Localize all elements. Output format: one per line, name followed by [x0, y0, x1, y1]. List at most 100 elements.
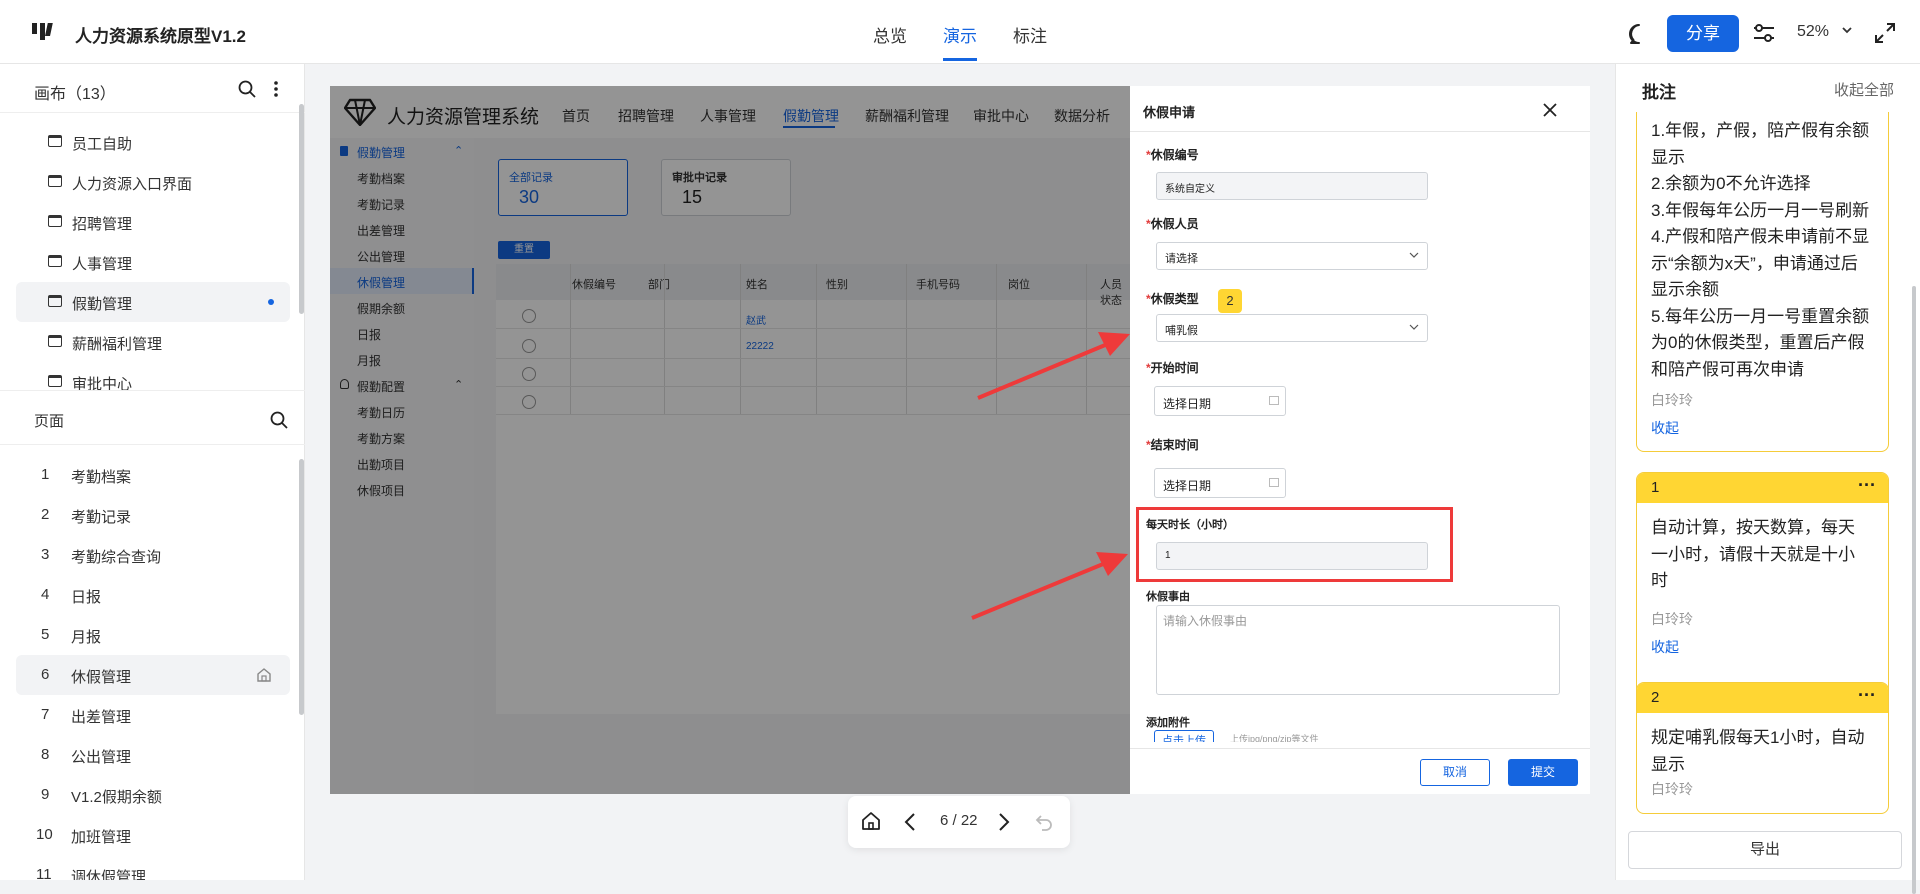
drawer-title: 休假申请 — [1143, 105, 1196, 120]
top-bar: 人力资源系统原型V1.2 总览 演示 标注 分享 52% — [0, 0, 1920, 64]
upload-hint: 上传jpg/png/zip等文件 — [1230, 734, 1319, 742]
calendar-icon — [1269, 478, 1279, 487]
page-icon — [48, 175, 62, 187]
annotation-card-header: 1 ··· — [1637, 473, 1888, 503]
scrollbar[interactable] — [299, 104, 304, 314]
annotation-card[interactable]: 1.年假，产假，陪产假有余额 显示 2.余额为0不允许选择 3.年假每年公历一月一号刷… — [1636, 112, 1889, 452]
annotation-arrows — [970, 320, 1170, 620]
cancel-button[interactable]: 取消 — [1420, 759, 1490, 786]
leave-request-drawer: 休假申请 *休假编号 系统自定义 *休假人员 请选择 *休假类型 2 哺乳假 *… — [1130, 86, 1590, 794]
canvas-item[interactable]: 人力资源入口界面 — [16, 162, 290, 202]
page-item[interactable]: 8 公出管理 — [16, 735, 290, 775]
page-item[interactable]: 5 月报 — [16, 615, 290, 655]
more-vertical-icon[interactable] — [274, 80, 278, 98]
tab-overview[interactable]: 总览 — [873, 22, 907, 47]
submit-button[interactable]: 提交 — [1508, 759, 1578, 786]
canvas-item-selected[interactable]: 假勤管理 — [16, 282, 290, 322]
annotation-author: 白玲玲 — [1651, 392, 1693, 408]
divider — [0, 390, 305, 391]
annotation-text: 规定哺乳假每天1小时，自动 显示 — [1651, 728, 1865, 774]
collapse-link[interactable]: 收起 — [1651, 637, 1679, 657]
canvas-item[interactable]: 审批中心 — [16, 362, 290, 402]
annotation-card[interactable]: 2 ··· 规定哺乳假每天1小时，自动 显示 白玲玲 — [1636, 682, 1889, 814]
close-icon[interactable] — [1543, 103, 1557, 117]
field-label: *休假编号 — [1146, 148, 1199, 162]
chevron-down-icon[interactable] — [1841, 25, 1853, 35]
pages-header: 页面 — [34, 413, 65, 430]
search-icon[interactable] — [238, 80, 256, 98]
home-icon[interactable] — [861, 811, 881, 831]
page-item[interactable]: 10 加班管理 — [16, 815, 290, 855]
home-icon — [256, 667, 272, 683]
upload-button[interactable]: 点击上传 — [1154, 730, 1214, 742]
calendar-icon — [1269, 396, 1279, 405]
highlight-box — [1136, 507, 1453, 582]
collapse-link[interactable]: 收起 — [1651, 418, 1679, 438]
divider — [1130, 748, 1590, 749]
export-button[interactable]: 导出 — [1628, 831, 1902, 869]
reason-textarea[interactable]: 请输入休假事由 — [1156, 605, 1560, 695]
page-item[interactable]: 9 V1.2假期余额 — [16, 775, 290, 815]
divider — [0, 112, 305, 113]
tab-demo[interactable]: 演示 — [943, 22, 977, 47]
field-label: *休假人员 — [1146, 217, 1199, 231]
person-select[interactable]: 请选择 — [1156, 242, 1428, 270]
zoom-level[interactable]: 52% — [1797, 23, 1829, 41]
start-date-picker[interactable]: 选择日期 — [1154, 386, 1286, 416]
share-button[interactable]: 分享 — [1667, 15, 1739, 52]
collapse-all-button[interactable]: 收起全部 — [1834, 79, 1894, 100]
page-item[interactable]: 2 考勤记录 — [16, 495, 290, 535]
more-horizontal-icon[interactable]: ··· — [1858, 475, 1876, 496]
page-icon — [48, 255, 62, 267]
end-date-picker[interactable]: 选择日期 — [1154, 468, 1286, 498]
next-page-icon[interactable] — [998, 812, 1010, 832]
upload-row: 点击上传 上传jpg/png/zip等文件 — [1130, 728, 1590, 742]
tab-underline — [943, 58, 977, 61]
page-icon — [48, 375, 62, 387]
canvas-item[interactable]: 员工自助 — [16, 122, 290, 162]
search-icon[interactable] — [270, 411, 288, 429]
annotation-author: 白玲玲 — [1651, 781, 1693, 797]
canvas-list-header: 画布（13） — [34, 86, 116, 103]
chevron-down-icon — [1409, 323, 1419, 331]
more-horizontal-icon[interactable]: ··· — [1858, 685, 1876, 706]
divider — [1130, 131, 1590, 132]
annotation-text: 自动计算，按天数算，每天 一小时，请假十天就是十小时 — [1651, 518, 1855, 590]
fullscreen-icon[interactable] — [1874, 22, 1896, 44]
page-item[interactable]: 11 调休假管理 — [16, 855, 290, 880]
unread-dot — [268, 299, 274, 305]
annotation-marker[interactable]: 2 — [1218, 289, 1242, 313]
divider — [0, 444, 305, 445]
page-item[interactable]: 1 考勤档案 — [16, 455, 290, 495]
chevron-down-icon — [1409, 251, 1419, 259]
settings-sliders-icon[interactable] — [1752, 22, 1776, 44]
canvas-item[interactable]: 人事管理 — [16, 242, 290, 282]
scrollbar[interactable] — [299, 459, 304, 715]
scrollbar[interactable] — [1912, 286, 1916, 894]
page-item[interactable]: 4 日报 — [16, 575, 290, 615]
panel-title: 批注 — [1642, 83, 1676, 102]
annotation-card-header: 2 ··· — [1637, 683, 1888, 713]
page-navigator: 6 / 22 — [848, 796, 1070, 848]
page-indicator: 6 / 22 — [940, 812, 978, 829]
app-logo-icon — [32, 22, 58, 42]
annotation-author: 白玲玲 — [1651, 611, 1693, 627]
undo-icon[interactable] — [1034, 812, 1054, 832]
page-icon — [48, 135, 62, 147]
field-label: *休假类型 — [1146, 292, 1199, 306]
canvas-item[interactable]: 招聘管理 — [16, 202, 290, 242]
canvas-item[interactable]: 薪酬福利管理 — [16, 322, 290, 362]
page-item[interactable]: 3 考勤综合查询 — [16, 535, 290, 575]
page-icon — [48, 295, 62, 307]
tab-annotate[interactable]: 标注 — [1013, 22, 1047, 47]
previous-page-icon[interactable] — [904, 812, 916, 832]
page-item-selected[interactable]: 6 休假管理 — [16, 655, 290, 695]
prototype-frame: 人力资源管理系统 首页 招聘管理 人事管理 假勤管理 薪酬福利管理 审批中心 数… — [330, 86, 1590, 794]
comment-icon[interactable] — [1627, 22, 1651, 46]
leave-no-field: 系统自定义 — [1156, 172, 1428, 200]
page-item[interactable]: 7 出差管理 — [16, 695, 290, 735]
annotation-text: 1.年假，产假，陪产假有余额 显示 2.余额为0不允许选择 3.年假每年公历一月一号刷… — [1651, 121, 1870, 379]
leave-type-select[interactable]: 哺乳假 — [1156, 314, 1428, 342]
left-panel: 画布（13） 员工自助 人力资源入口界面 招聘管理 人事管理 假勤管理 薪酬福利… — [0, 64, 305, 880]
page-icon — [48, 335, 62, 347]
